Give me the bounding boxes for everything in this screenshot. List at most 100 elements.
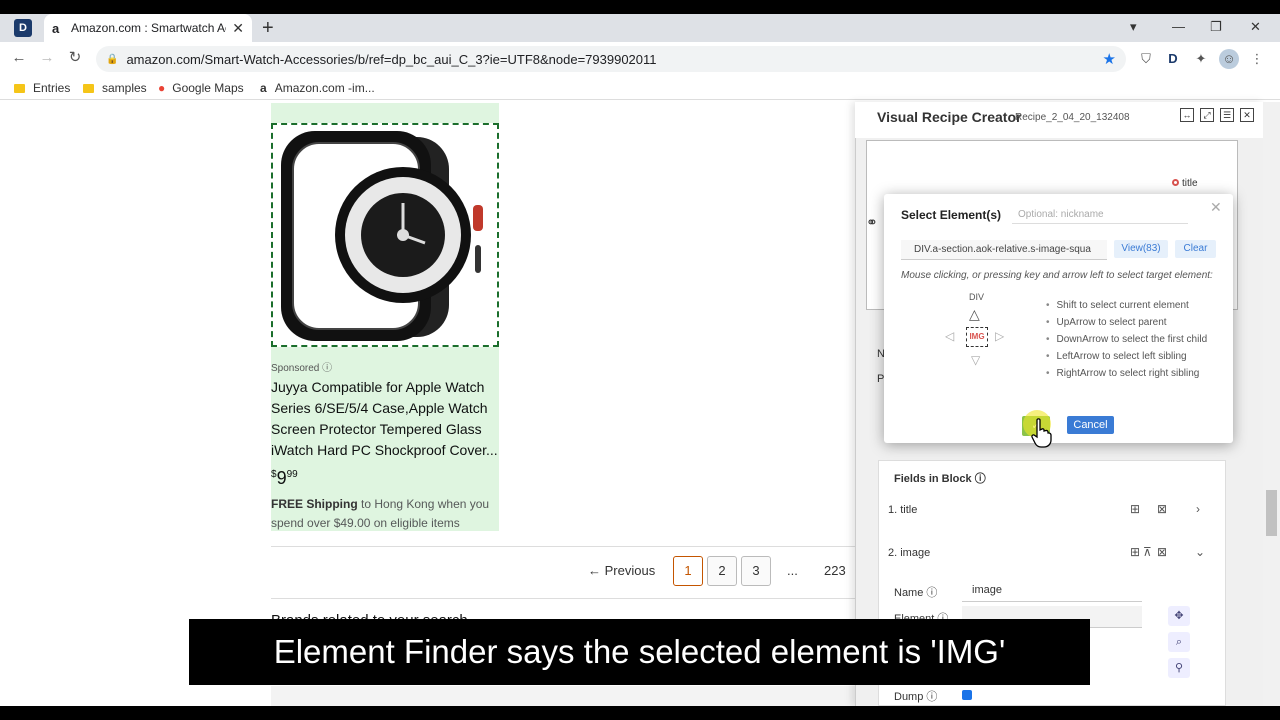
product-price: $999 xyxy=(271,468,298,488)
field-title-row[interactable]: 1. title xyxy=(888,504,917,516)
bookmark-google-maps[interactable]: ● Google Maps xyxy=(158,79,244,97)
product-title-link[interactable]: Juyya Compatible for Apple Watch Series … xyxy=(271,377,499,461)
fullscreen-icon[interactable]: ⤢ xyxy=(1200,108,1214,122)
menu-kebab-icon[interactable]: ⋮ xyxy=(1247,49,1267,69)
shortcut-item: DownArrow to select the first child xyxy=(1046,331,1208,348)
info-icon[interactable]: ⓘ xyxy=(926,587,937,599)
new-tab-plus-icon[interactable]: + xyxy=(262,16,274,40)
forward-icon[interactable]: → xyxy=(37,48,57,68)
shortcut-item: LeftArrow to select left sibling xyxy=(1046,348,1207,365)
dock-icon[interactable]: ☰ xyxy=(1220,108,1234,122)
arrow-up-icon[interactable]: △ xyxy=(969,306,980,323)
amazon-favicon-icon: a xyxy=(52,20,60,36)
bookmark-entries[interactable]: Entries xyxy=(14,79,70,97)
bookmark-amazon[interactable]: a Amazon.com -im... xyxy=(260,79,375,97)
scrollbar-thumb[interactable] xyxy=(1266,490,1277,536)
chevron-down-icon[interactable]: ⌄ xyxy=(1195,545,1205,559)
fields-heading: Fields in Block ⓘ xyxy=(894,473,986,485)
puzzle-extension-icon[interactable]: ✦ xyxy=(1191,49,1211,69)
info-icon[interactable]: ⓘ xyxy=(975,473,986,485)
back-icon[interactable]: ← xyxy=(9,48,29,68)
link-icon[interactable]: ⚭ xyxy=(866,214,878,231)
arrow-left-icon[interactable]: ◁ xyxy=(945,329,954,343)
expand-width-icon[interactable]: ↔ xyxy=(1180,108,1194,122)
profile-menu-icon[interactable]: ▾ xyxy=(1130,16,1137,38)
divider xyxy=(271,598,855,599)
map-pin-icon: ● xyxy=(158,81,166,95)
lock-icon: 🔒 xyxy=(106,53,119,65)
dialog-title: Select Element(s) xyxy=(901,208,1002,222)
bottom-bar xyxy=(0,706,1280,720)
bookmark-star-icon[interactable]: ★ xyxy=(1103,50,1116,68)
bookmark-samples[interactable]: samples xyxy=(83,79,147,97)
video-caption: Element Finder says the selected element… xyxy=(189,619,1090,685)
avatar[interactable]: ☺ xyxy=(1219,49,1239,69)
info-icon[interactable]: ⓘ xyxy=(322,363,332,374)
info-icon[interactable]: ⓘ xyxy=(926,691,937,703)
tree-element-icon[interactable]: ⚲ xyxy=(1168,658,1190,678)
field-up-icon[interactable]: ⊼ xyxy=(1143,545,1152,559)
browser-tab[interactable]: a Amazon.com : Smartwatch Ac ✕ xyxy=(44,14,252,42)
arrow-down-icon[interactable]: ▽ xyxy=(971,353,980,367)
page-last-button[interactable]: 223 xyxy=(824,563,846,578)
url-text: amazon.com/Smart-Watch-Accessories/b/ref… xyxy=(126,51,657,67)
bookmark-label: Entries xyxy=(33,81,71,95)
app-icon[interactable]: D xyxy=(14,19,32,37)
shortcut-item: UpArrow to select parent xyxy=(1046,314,1207,331)
selection-hint: Mouse clicking, or pressing key and arro… xyxy=(901,270,1213,281)
folder-icon xyxy=(83,83,94,93)
scrollbar[interactable] xyxy=(1263,102,1280,706)
divider xyxy=(271,546,855,547)
bookmark-label: Google Maps xyxy=(172,81,244,95)
page-2-button[interactable]: 2 xyxy=(707,556,737,586)
bookmark-label: Amazon.com -im... xyxy=(274,81,375,95)
dump-checkbox[interactable] xyxy=(962,690,972,700)
pagination-previous[interactable]: ← Previous xyxy=(588,563,655,578)
recipe-name: Recipe_2_04_20_132408 xyxy=(1015,112,1130,123)
field-remove-icon[interactable]: ⊠ xyxy=(1157,502,1167,516)
sponsored-label: Sponsored ⓘ xyxy=(271,363,333,374)
field-image-row[interactable]: 2. image xyxy=(888,547,930,559)
nickname-input[interactable] xyxy=(1012,206,1188,224)
tab-title: Amazon.com : Smartwatch Ac xyxy=(71,21,227,35)
current-tag: IMG xyxy=(966,327,988,347)
panel-close-icon[interactable]: ✕ xyxy=(1240,108,1254,122)
address-bar[interactable]: 🔒 amazon.com/Smart-Watch-Accessories/b/r… xyxy=(96,46,1126,72)
page-1-button[interactable]: 1 xyxy=(673,556,703,586)
product-image[interactable] xyxy=(271,123,499,347)
view-button[interactable]: View(83) xyxy=(1114,240,1168,258)
hand-cursor-icon xyxy=(1031,418,1052,448)
shipping-info: FREE Shipping to Hong Kong when you spen… xyxy=(271,497,490,530)
dump-label: Dump ⓘ xyxy=(894,691,938,703)
clear-button[interactable]: Clear xyxy=(1175,240,1216,258)
bookmark-label: samples xyxy=(102,81,147,95)
find-element-icon[interactable]: ⌕ xyxy=(1168,632,1190,652)
shield-extension-icon[interactable]: ⛉ xyxy=(1136,49,1156,69)
shortcut-list: Shift to select current element UpArrow … xyxy=(1046,297,1208,382)
reload-icon[interactable]: ↻ xyxy=(65,48,85,68)
cancel-button[interactable]: Cancel xyxy=(1067,416,1114,434)
page-3-button[interactable]: 3 xyxy=(741,556,771,586)
name-field[interactable]: image xyxy=(962,580,1142,602)
tab-close-icon[interactable]: ✕ xyxy=(232,20,244,37)
panel-title: Visual Recipe Creator xyxy=(877,109,1022,125)
arrow-right-icon[interactable]: ▷ xyxy=(995,329,1004,343)
field-add-icon[interactable]: ⊞ xyxy=(1130,545,1140,559)
pick-element-icon[interactable]: ✥ xyxy=(1168,606,1190,626)
name-label: Name ⓘ xyxy=(894,587,938,599)
amazon-icon: a xyxy=(260,81,267,95)
minimize-icon[interactable]: — xyxy=(1172,16,1185,38)
selector-field[interactable]: DIV.a-section.aok-relative.s-image-squa xyxy=(901,240,1107,260)
field-add-icon[interactable]: ⊞ xyxy=(1130,502,1140,516)
chevron-right-icon[interactable]: › xyxy=(1196,502,1200,516)
pagination-ellipsis: ... xyxy=(787,563,798,578)
parent-tag: DIV xyxy=(969,292,985,302)
maximize-icon[interactable]: ❐ xyxy=(1210,16,1222,38)
diagram-node-title[interactable]: title xyxy=(1172,178,1198,189)
dialog-close-icon[interactable]: ✕ xyxy=(1210,199,1222,216)
window-close-icon[interactable]: ✕ xyxy=(1250,16,1261,38)
field-remove-icon[interactable]: ⊠ xyxy=(1157,545,1167,559)
d-extension-icon[interactable]: D xyxy=(1163,49,1183,69)
shortcut-item: Shift to select current element xyxy=(1046,297,1207,314)
top-bar xyxy=(0,0,1280,14)
